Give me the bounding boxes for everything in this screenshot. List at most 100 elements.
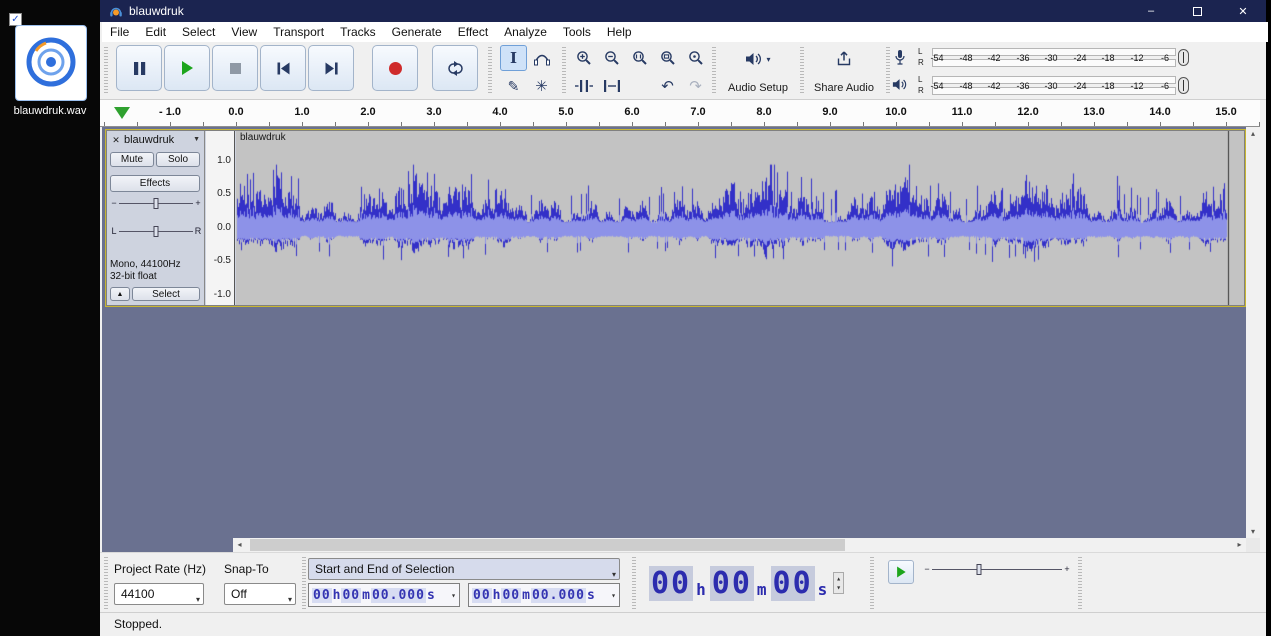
track-close-button[interactable]: ✕ bbox=[110, 134, 122, 146]
chevron-down-icon[interactable]: ▾ bbox=[611, 591, 616, 600]
position-minutes[interactable]: 00 bbox=[709, 565, 754, 601]
vertical-scrollbar[interactable]: ▴ ▾ bbox=[1246, 127, 1260, 538]
menu-effect[interactable]: Effect bbox=[450, 22, 496, 42]
mute-button[interactable]: Mute bbox=[110, 152, 154, 167]
window-close-button[interactable]: ✕ bbox=[1220, 0, 1266, 22]
play-button[interactable] bbox=[164, 45, 210, 91]
pan-slider-thumb[interactable] bbox=[153, 226, 159, 237]
menu-view[interactable]: View bbox=[223, 22, 265, 42]
position-seconds[interactable]: 00 bbox=[770, 565, 815, 601]
playback-meter[interactable]: L R -54 -48 -42 -36 -30 -24 -18 -12 -6 bbox=[892, 73, 1189, 99]
chevron-down-icon[interactable]: ▾ bbox=[451, 591, 456, 600]
meter-slider-handle[interactable] bbox=[1178, 49, 1189, 66]
redo-button[interactable]: ↷ bbox=[682, 73, 709, 99]
snap-to-select[interactable]: Off ▾ bbox=[224, 583, 296, 605]
toolbar-gripper[interactable] bbox=[562, 47, 566, 95]
pan-slider-track[interactable] bbox=[119, 224, 193, 238]
effects-button[interactable]: Effects bbox=[110, 175, 200, 192]
horizontal-scrollbar[interactable]: ◂ ▸ bbox=[233, 538, 1246, 552]
playback-meter-bar[interactable]: -54 -48 -42 -36 -30 -24 -18 -12 -6 bbox=[930, 73, 1176, 99]
audio-position-display[interactable]: 00 h 00 m 00 s ▴ ▾ bbox=[645, 557, 867, 609]
menu-help[interactable]: Help bbox=[599, 22, 640, 42]
zoom-to-fit-button[interactable] bbox=[654, 45, 681, 71]
zoom-in-button[interactable] bbox=[570, 45, 597, 71]
selection-tool-button[interactable]: I bbox=[500, 45, 527, 71]
sel-end-seconds[interactable]: 00.000 bbox=[530, 587, 586, 603]
zoom-out-button[interactable] bbox=[598, 45, 625, 71]
toolbar-gripper[interactable] bbox=[632, 557, 636, 609]
play-at-speed-button[interactable] bbox=[888, 560, 914, 584]
window-minimize-button[interactable]: – bbox=[1128, 0, 1174, 22]
pause-button[interactable] bbox=[116, 45, 162, 91]
spin-down-icon[interactable]: ▾ bbox=[836, 583, 841, 592]
solo-button[interactable]: Solo bbox=[156, 152, 200, 167]
toolbar-gripper[interactable] bbox=[104, 47, 108, 95]
scroll-right-arrow[interactable]: ▸ bbox=[1233, 538, 1246, 552]
menu-tools[interactable]: Tools bbox=[555, 22, 599, 42]
track-menu-button[interactable]: ▼ bbox=[193, 136, 200, 143]
time-spinner[interactable]: ▴ ▾ bbox=[833, 572, 845, 594]
meter-slider-handle[interactable] bbox=[1178, 77, 1189, 94]
toolbar-gripper[interactable] bbox=[712, 47, 716, 95]
desktop-file-icon[interactable] bbox=[15, 25, 87, 101]
sel-end-minutes[interactable]: 00 bbox=[501, 587, 522, 603]
selection-start-field[interactable]: 00 h 00 m 00.000 s ▾ bbox=[308, 583, 460, 607]
vertical-scale-ruler[interactable]: 1.0 0.5 0.0 -0.5 -1.0 bbox=[206, 131, 235, 305]
draw-tool-button[interactable]: ✎ bbox=[500, 73, 527, 99]
track-name[interactable]: blauwdruk bbox=[124, 134, 174, 146]
project-rate-select[interactable]: 44100 ▾ bbox=[114, 583, 204, 605]
gain-slider-track[interactable] bbox=[119, 196, 193, 210]
envelope-tool-button[interactable] bbox=[528, 45, 555, 71]
recording-meter[interactable]: L R -54 -48 -42 -36 -30 -24 -18 -12 -6 bbox=[892, 45, 1189, 71]
stop-button[interactable] bbox=[212, 45, 258, 91]
trim-audio-button[interactable] bbox=[570, 73, 597, 99]
zoom-toggle-button[interactable] bbox=[682, 45, 709, 71]
toolbar-gripper[interactable] bbox=[800, 47, 804, 95]
menu-edit[interactable]: Edit bbox=[137, 22, 174, 42]
menu-analyze[interactable]: Analyze bbox=[496, 22, 555, 42]
menu-select[interactable]: Select bbox=[174, 22, 223, 42]
recording-meter-bar[interactable]: -54 -48 -42 -36 -30 -24 -18 -12 -6 bbox=[930, 45, 1176, 71]
pan-slider[interactable]: L R bbox=[109, 223, 203, 239]
scroll-left-arrow[interactable]: ◂ bbox=[233, 538, 246, 552]
gain-slider[interactable]: − + bbox=[109, 195, 203, 211]
multi-tool-button[interactable]: ✳ bbox=[528, 73, 555, 99]
selection-end-field[interactable]: 00 h 00 m 00.000 s ▾ bbox=[468, 583, 620, 607]
scroll-down-arrow[interactable]: ▾ bbox=[1246, 525, 1260, 538]
speed-slider-track[interactable] bbox=[932, 562, 1062, 576]
skip-to-end-button[interactable] bbox=[308, 45, 354, 91]
undo-button[interactable]: ↶ bbox=[654, 73, 681, 99]
silence-audio-button[interactable] bbox=[598, 73, 625, 99]
window-maximize-button[interactable] bbox=[1174, 0, 1220, 22]
sel-start-hours[interactable]: 00 bbox=[312, 587, 332, 603]
collapse-track-button[interactable]: ▲ bbox=[110, 287, 130, 301]
sel-end-hours[interactable]: 00 bbox=[472, 587, 492, 603]
selection-mode-select[interactable]: Start and End of Selection ▾ bbox=[308, 558, 620, 580]
select-track-button[interactable]: Select bbox=[132, 287, 200, 301]
menu-transport[interactable]: Transport bbox=[265, 22, 332, 42]
toolbar-gripper[interactable] bbox=[1078, 557, 1082, 609]
skip-to-start-button[interactable] bbox=[260, 45, 306, 91]
speed-slider-thumb[interactable] bbox=[976, 564, 982, 575]
loop-button[interactable] bbox=[432, 45, 478, 91]
toolbar-gripper[interactable] bbox=[886, 47, 890, 95]
spin-up-icon[interactable]: ▴ bbox=[836, 574, 841, 583]
horizontal-scrollbar-thumb[interactable] bbox=[250, 539, 845, 551]
sel-start-minutes[interactable]: 00 bbox=[341, 587, 362, 603]
playback-speed-slider[interactable]: − + bbox=[922, 561, 1072, 577]
zoom-to-selection-button[interactable] bbox=[626, 45, 653, 71]
title-bar[interactable]: blauwdruk – ✕ bbox=[100, 0, 1266, 22]
scroll-up-arrow[interactable]: ▴ bbox=[1246, 127, 1260, 140]
menu-generate[interactable]: Generate bbox=[384, 22, 450, 42]
gain-slider-thumb[interactable] bbox=[153, 198, 159, 209]
toolbar-gripper[interactable] bbox=[488, 47, 492, 95]
audio-setup-button[interactable]: ▾ Audio Setup bbox=[718, 46, 798, 96]
menu-tracks[interactable]: Tracks bbox=[332, 22, 384, 42]
toolbar-gripper[interactable] bbox=[302, 557, 306, 609]
waveform-canvas[interactable] bbox=[236, 131, 1244, 305]
position-hours[interactable]: 00 bbox=[649, 565, 694, 601]
toolbar-gripper[interactable] bbox=[104, 557, 108, 609]
toolbar-gripper[interactable] bbox=[870, 557, 874, 609]
timeline-ruler[interactable]: - 1.0 0.0 1.0 2.0 3.0 4.0 5.0 6.0 7.0 8.… bbox=[100, 100, 1260, 127]
desktop-file-label[interactable]: blauwdruk.wav bbox=[0, 105, 100, 117]
